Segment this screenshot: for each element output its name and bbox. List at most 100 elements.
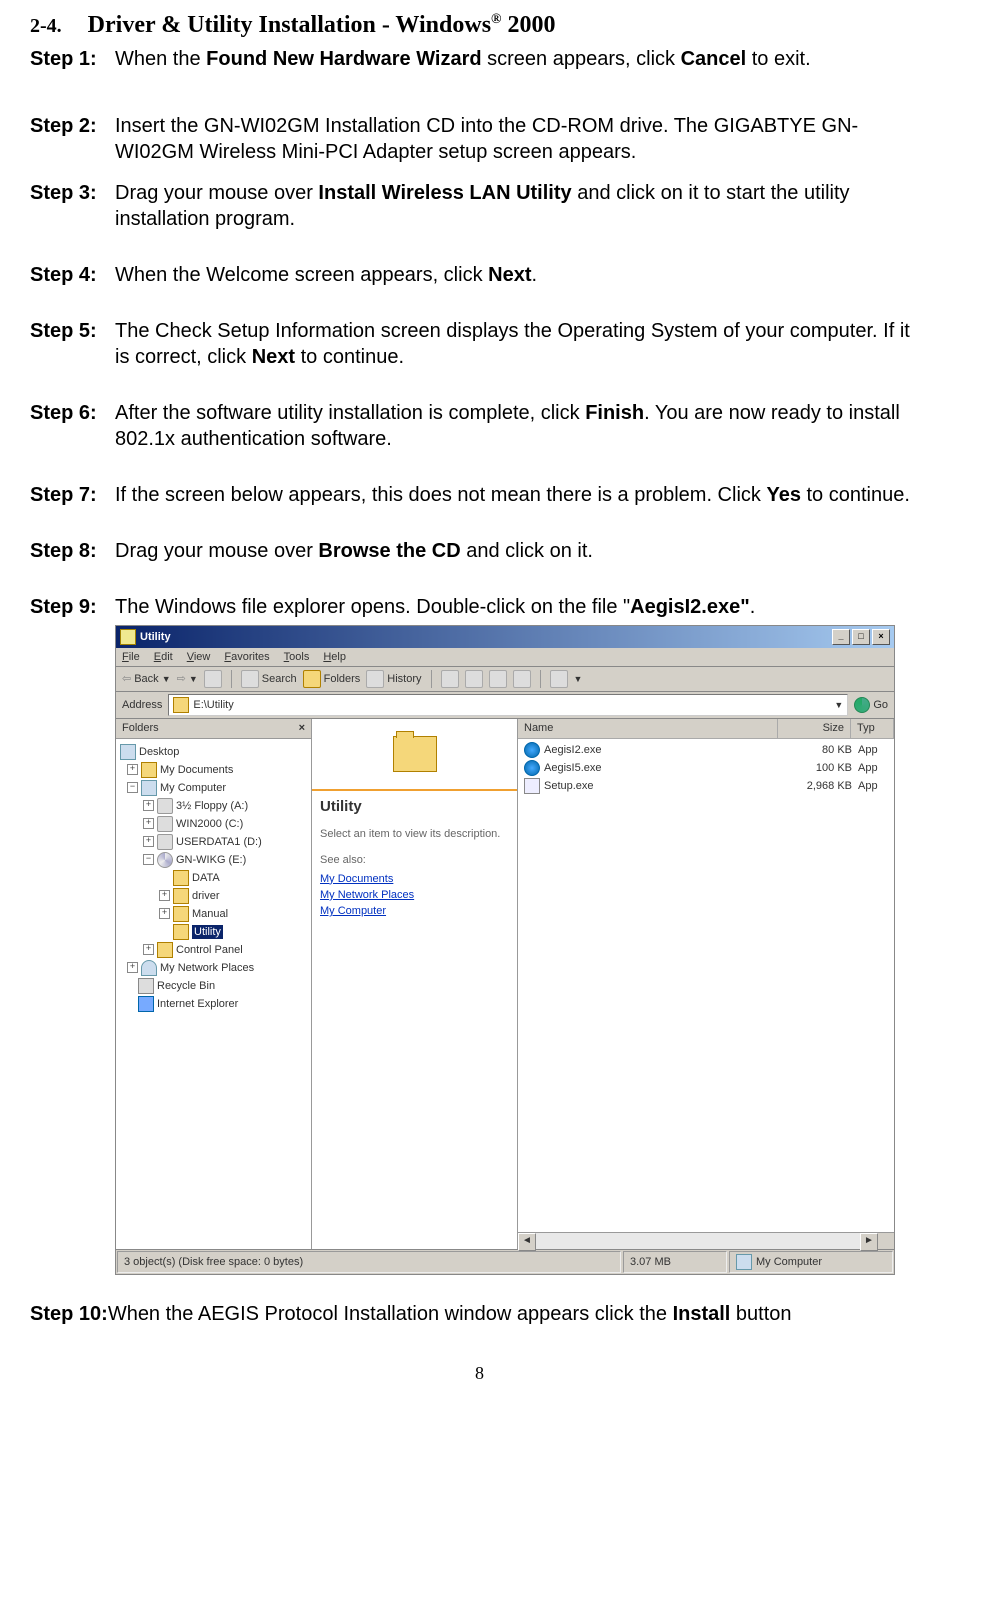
tree-manual[interactable]: +Manual	[120, 905, 307, 923]
address-input[interactable]: E:\Utility ▼	[168, 694, 848, 716]
folder-icon	[173, 906, 189, 922]
close-button[interactable]: ×	[872, 629, 890, 645]
tree-label: GN-WIKG (E:)	[176, 853, 246, 867]
go-button[interactable]: Go	[854, 697, 888, 713]
bold-text: Cancel	[681, 48, 747, 70]
tree-mynetwork[interactable]: +My Network Places	[120, 959, 307, 977]
step-label: Step 10:	[30, 1301, 108, 1327]
folder-icon	[173, 924, 189, 940]
maximize-button[interactable]: □	[852, 629, 870, 645]
back-button[interactable]: ⇦Back▼	[122, 672, 171, 686]
status-location: My Computer	[729, 1251, 893, 1273]
toolbar-icon[interactable]	[489, 670, 507, 688]
tree-gnwikg[interactable]: −GN-WIKG (E:)	[120, 851, 307, 869]
column-name[interactable]: Name	[518, 719, 778, 737]
horizontal-scrollbar[interactable]: ◄ ►	[518, 1232, 894, 1249]
column-type[interactable]: Typ	[851, 719, 894, 737]
text: .	[750, 596, 756, 618]
file-type: App	[852, 761, 888, 775]
big-folder-icon	[393, 736, 437, 772]
tree-mydocuments[interactable]: +My Documents	[120, 761, 307, 779]
up-button[interactable]	[204, 670, 222, 688]
tree-label: Manual	[192, 907, 228, 921]
close-icon[interactable]: ×	[299, 721, 305, 735]
folders-button[interactable]: Folders	[303, 670, 361, 688]
file-row[interactable]: AegisI5.exe 100 KB App	[518, 759, 894, 777]
history-button[interactable]: History	[366, 670, 421, 688]
menu-file[interactable]: File	[122, 650, 140, 664]
file-size: 100 KB	[792, 761, 852, 775]
separator	[431, 670, 432, 688]
folder-icon	[157, 942, 173, 958]
text: to continue.	[295, 346, 404, 368]
tree-desktop[interactable]: Desktop	[120, 743, 307, 761]
tree-label: driver	[192, 889, 220, 903]
toolbar-icon[interactable]	[513, 670, 531, 688]
bold-text: AegisI2.exe"	[630, 596, 750, 618]
file-size: 2,968 KB	[792, 779, 852, 793]
see-also-label: See also:	[320, 853, 509, 867]
text: Drag your mouse over	[115, 540, 318, 562]
bold-text: Install Wireless LAN Utility	[318, 182, 571, 204]
minimize-button[interactable]: _	[832, 629, 850, 645]
scroll-left-icon[interactable]: ◄	[518, 1233, 536, 1251]
bold-text: Browse the CD	[318, 540, 460, 562]
link-mycomputer[interactable]: My Computer	[320, 904, 509, 918]
step-label: Step 5:	[30, 318, 115, 370]
tree-ie[interactable]: Internet Explorer	[120, 995, 307, 1013]
folder-icon	[141, 762, 157, 778]
tree-utility[interactable]: Utility	[120, 923, 307, 941]
search-label: Search	[262, 672, 297, 686]
tree-mycomputer[interactable]: −My Computer	[120, 779, 307, 797]
text: After the software utility installation …	[115, 402, 585, 424]
menu-tools[interactable]: Tools	[284, 650, 310, 664]
tree-win2000[interactable]: +WIN2000 (C:)	[120, 815, 307, 833]
tree-label: USERDATA1 (D:)	[176, 835, 262, 849]
tree-userdata[interactable]: +USERDATA1 (D:)	[120, 833, 307, 851]
menu-favorites[interactable]: Favorites	[224, 650, 269, 664]
tree-recyclebin[interactable]: Recycle Bin	[120, 977, 307, 995]
file-row[interactable]: AegisI2.exe 80 KB App	[518, 741, 894, 759]
toolbar-icon[interactable]	[465, 670, 483, 688]
text: Drag your mouse over	[115, 182, 318, 204]
chevron-down-icon[interactable]: ▼	[834, 700, 843, 712]
desktop-icon	[120, 744, 136, 760]
tree-controlpanel[interactable]: +Control Panel	[120, 941, 307, 959]
scroll-right-icon[interactable]: ►	[860, 1233, 878, 1251]
menu-help[interactable]: Help	[323, 650, 346, 664]
step: Step 7: If the screen below appears, thi…	[30, 482, 929, 508]
text: button	[730, 1303, 791, 1325]
step-label: Step 2:	[30, 113, 115, 165]
folders-header-label: Folders	[122, 721, 159, 735]
section-title-b: 2000	[502, 12, 556, 38]
text: When the AEGIS Protocol Installation win…	[108, 1303, 673, 1325]
toolbar-icon[interactable]	[441, 670, 459, 688]
forward-button[interactable]: ⇨▼	[177, 672, 198, 686]
folder-icon	[120, 629, 136, 645]
file-row[interactable]: Setup.exe 2,968 KB App	[518, 777, 894, 795]
text: The Windows file explorer opens. Double-…	[115, 596, 630, 618]
step: Step 10: When the AEGIS Protocol Install…	[30, 1301, 929, 1327]
history-label: History	[387, 672, 421, 686]
menu-view[interactable]: View	[187, 650, 211, 664]
tree-driver[interactable]: +driver	[120, 887, 307, 905]
views-button[interactable]	[550, 670, 568, 688]
page-number: 8	[30, 1362, 929, 1385]
link-mydocuments[interactable]: My Documents	[320, 872, 509, 886]
text: When the Welcome screen appears, click	[115, 264, 488, 286]
link-mynetwork[interactable]: My Network Places	[320, 888, 509, 902]
step-label: Step 7:	[30, 482, 115, 508]
section-number: 2-4.	[30, 15, 62, 37]
text: to continue.	[801, 484, 910, 506]
history-icon	[366, 670, 384, 688]
column-size[interactable]: Size	[778, 719, 851, 737]
menu-edit[interactable]: Edit	[154, 650, 173, 664]
tree-data[interactable]: DATA	[120, 869, 307, 887]
step: Step 5: The Check Setup Information scre…	[30, 318, 929, 370]
back-label: Back	[134, 672, 158, 686]
tree-floppy[interactable]: +3½ Floppy (A:)	[120, 797, 307, 815]
computer-icon	[141, 780, 157, 796]
search-button[interactable]: Search	[241, 670, 297, 688]
step: Step 8: Drag your mouse over Browse the …	[30, 538, 929, 564]
recycle-icon	[138, 978, 154, 994]
